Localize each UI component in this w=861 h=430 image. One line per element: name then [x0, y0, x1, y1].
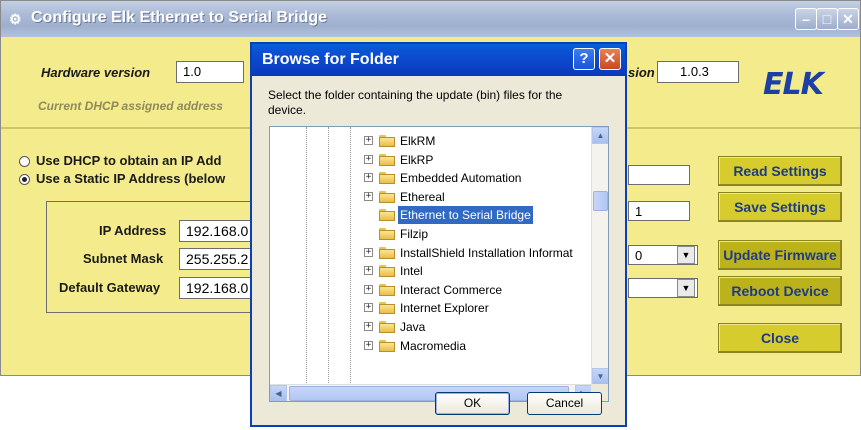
dialog-instruction: Select the folder containing the update … [268, 88, 563, 117]
browse-for-folder-dialog: Browse for Folder ? ✕ Select the folder … [250, 42, 627, 427]
dialog-titlebar: Browse for Folder ? ✕ [252, 44, 625, 76]
tree-item-label: Embedded Automation [400, 171, 522, 186]
window-title: Configure Elk Ethernet to Serial Bridge [31, 9, 328, 26]
app-icon: ⚙ [9, 11, 22, 27]
expand-plus-icon[interactable]: + [364, 266, 373, 276]
tree-item[interactable]: + Interact Commerce [270, 281, 592, 299]
expand-plus-icon[interactable]: + [364, 322, 373, 331]
tree-item[interactable]: + InstallShield Installation Informat [270, 244, 592, 262]
tree-item[interactable]: + Ethereal [270, 188, 592, 206]
subnet-mask-label: Subnet Mask [83, 251, 164, 266]
dhcp-radio[interactable] [19, 156, 30, 167]
expand-plus-icon[interactable]: + [364, 173, 373, 183]
hardware-version-label: Hardware version [41, 65, 151, 80]
right-field-1[interactable] [628, 165, 690, 185]
expand-plus-icon[interactable]: + [364, 340, 373, 350]
scroll-up-icon[interactable]: ▲ [592, 127, 608, 144]
tree-item-label: Java [400, 320, 426, 334]
tree-item-label: Ethereal [400, 189, 445, 204]
reboot-device-button[interactable]: Reboot Device [718, 276, 842, 306]
tree-item[interactable]: Filzip [270, 225, 592, 243]
default-gateway-input[interactable]: 192.168.0 [179, 277, 259, 299]
firmware-version-field: 1.0.3 [657, 61, 739, 83]
expand-plus-icon[interactable]: + [364, 191, 373, 201]
tree-item-label: ElkRP [400, 152, 434, 167]
static-ip-radio[interactable] [19, 174, 30, 185]
save-settings-button[interactable]: Save Settings [718, 192, 842, 222]
folder-icon [379, 172, 395, 185]
ip-address-input[interactable]: 192.168.0 [179, 220, 259, 242]
tree-item-label: InstallShield Installation Informat [400, 245, 573, 260]
expand-plus-icon[interactable]: + [364, 284, 373, 294]
folder-tree[interactable]: + ElkRM + ElkRP + Embedded Automation + Etherea… [269, 126, 609, 402]
folder-icon [379, 339, 395, 352]
elk-logo: ELK [763, 67, 824, 102]
cancel-button[interactable]: Cancel [527, 392, 602, 415]
scroll-left-icon[interactable]: ◀ [270, 385, 287, 401]
close-window-button[interactable]: ✕ [837, 8, 859, 30]
folder-icon [379, 190, 395, 203]
folder-icon [379, 321, 395, 333]
folder-icon [379, 228, 395, 240]
folder-icon [379, 302, 395, 315]
folder-icon [379, 265, 395, 278]
tree-item[interactable]: + Embedded Automation [270, 169, 592, 187]
dhcp-note: Current DHCP assigned address [38, 99, 223, 113]
close-button[interactable]: Close [718, 323, 842, 353]
subnet-mask-input[interactable]: 255.255.2 [179, 248, 259, 270]
tree-item[interactable]: + ElkRP [270, 151, 592, 169]
tree-item-label: Ethernet to Serial Bridge [398, 206, 533, 225]
help-button[interactable]: ? [573, 48, 595, 70]
dropdown-arrow-icon[interactable]: ▼ [677, 279, 695, 297]
ip-address-label: IP Address [99, 223, 167, 238]
right-field-2[interactable]: 1 [628, 201, 690, 221]
folder-icon [379, 209, 395, 222]
tree-item[interactable]: + Java [270, 318, 592, 336]
expand-plus-icon[interactable]: + [364, 303, 373, 313]
expand-plus-icon[interactable]: + [364, 154, 373, 164]
tree-item-label: ElkRM [400, 134, 436, 148]
update-firmware-button[interactable]: Update Firmware [718, 240, 842, 270]
vertical-scroll-thumb[interactable] [593, 191, 608, 211]
dropdown-arrow-icon[interactable]: ▼ [677, 246, 695, 264]
expand-plus-icon[interactable]: + [364, 247, 373, 257]
tree-item[interactable]: + ElkRM [270, 132, 592, 150]
tree-item-label: Filzip [400, 227, 429, 241]
minimize-button[interactable]: – [795, 8, 817, 30]
ok-button[interactable]: OK [435, 392, 510, 415]
tree-item[interactable]: + Intel [270, 262, 592, 280]
read-settings-button[interactable]: Read Settings [718, 156, 842, 186]
tree-item[interactable]: + Internet Explorer [270, 299, 592, 317]
firmware-version-label: sion [628, 65, 655, 80]
expand-plus-icon[interactable]: + [364, 136, 373, 145]
hardware-version-field: 1.0 [176, 61, 244, 83]
dialog-close-button[interactable]: ✕ [599, 48, 621, 70]
tree-item-label: Internet Explorer [400, 301, 489, 316]
tree-item[interactable]: Ethernet to Serial Bridge [270, 206, 592, 225]
tree-item-label: Interact Commerce [400, 282, 503, 297]
folder-icon [379, 246, 395, 259]
dialog-title: Browse for Folder [262, 51, 399, 68]
folder-icon [379, 283, 395, 296]
maximize-button[interactable]: □ [816, 8, 838, 30]
tree-item-label: Macromedia [400, 338, 467, 353]
scroll-down-icon[interactable]: ▼ [592, 368, 608, 385]
folder-icon [379, 153, 395, 166]
main-titlebar: ⚙ Configure Elk Ethernet to Serial Bridg… [1, 1, 860, 37]
tree-item[interactable]: + Macromedia [270, 337, 592, 355]
tree-item-label: Intel [400, 264, 423, 279]
static-ip-radio-label: Use a Static IP Address (below [36, 171, 226, 186]
dhcp-radio-label: Use DHCP to obtain an IP Add [36, 153, 222, 168]
vertical-scrollbar[interactable]: ▲ ▼ [591, 127, 608, 385]
default-gateway-label: Default Gateway [59, 280, 161, 295]
folder-icon [379, 135, 395, 147]
